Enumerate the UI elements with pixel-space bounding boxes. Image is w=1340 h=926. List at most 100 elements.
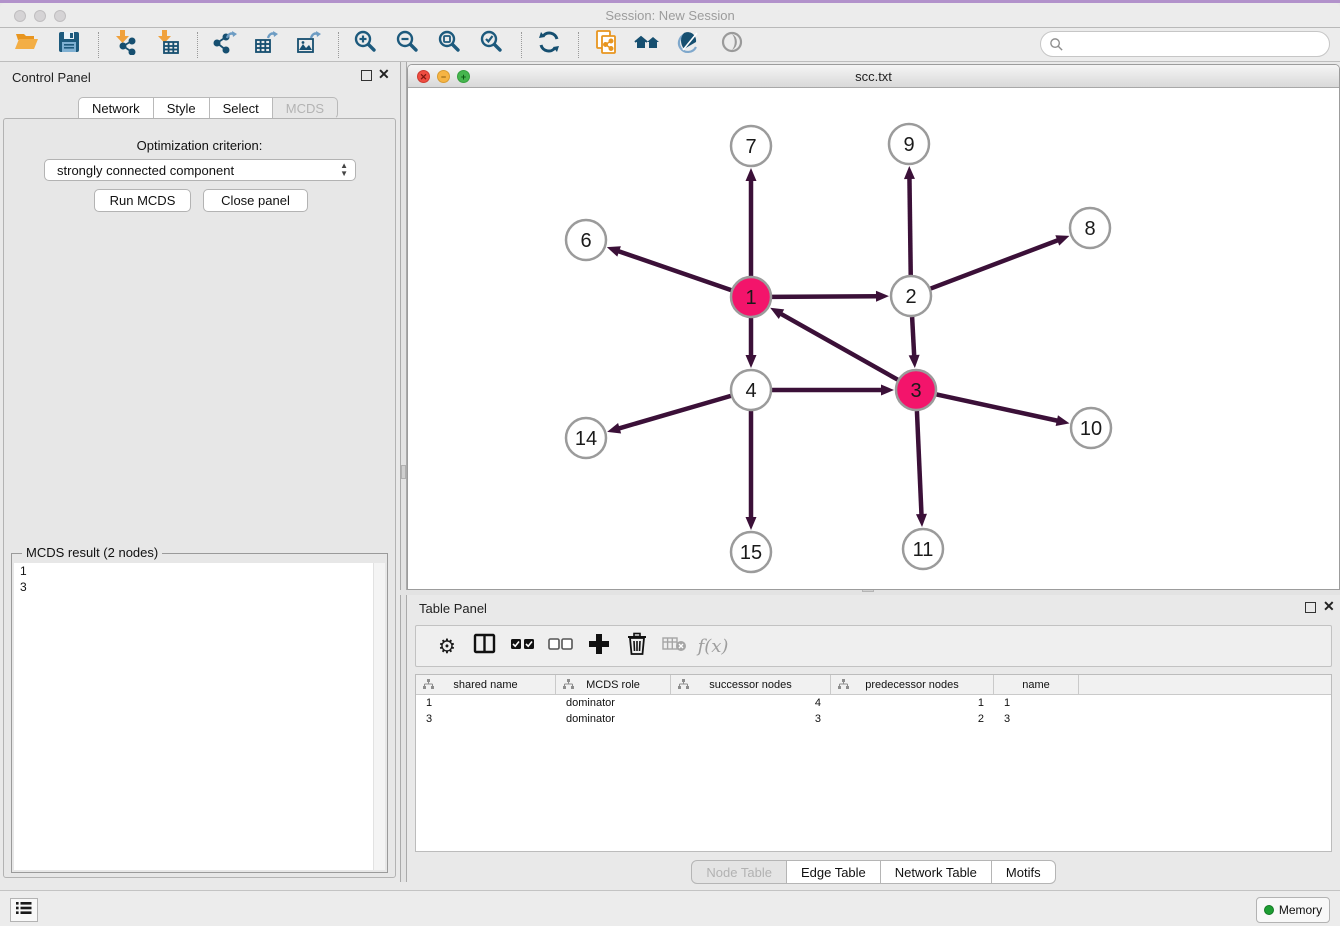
mcds-result-scrollbar[interactable] <box>373 563 385 870</box>
graph-edge-2-9[interactable] <box>904 166 915 275</box>
node-label: 6 <box>580 230 591 252</box>
column-header-successor-nodes[interactable]: successor nodes <box>671 675 831 694</box>
table-panel-close-button[interactable]: ✕ <box>1323 599 1335 613</box>
import-table-button[interactable] <box>153 31 183 59</box>
select-all-rows-button[interactable] <box>508 631 538 661</box>
zoom-selected-button[interactable] <box>477 31 507 59</box>
table-tab-edge-table[interactable]: Edge Table <box>787 860 881 884</box>
graph-edge-4-3[interactable] <box>772 385 894 396</box>
show-columns-button[interactable] <box>470 631 500 661</box>
graph-node-10[interactable]: 10 <box>1071 408 1111 448</box>
network-documents-icon <box>593 29 619 60</box>
control-panel-tab-select[interactable]: Select <box>210 97 273 119</box>
table-tab-motifs[interactable]: Motifs <box>992 860 1056 884</box>
network-graph[interactable]: 7 9 6 8 1 2 4 3 14 10 15 11 <box>408 88 1339 589</box>
duplicate-network-button[interactable] <box>591 31 621 59</box>
hide-graphics-icon <box>677 29 703 60</box>
table-cell: 3 <box>416 711 556 727</box>
optimization-criterion-dropdown[interactable]: strongly connected component ▲▼ <box>44 159 356 181</box>
table-tab-node-table[interactable]: Node Table <box>691 860 787 884</box>
graph-edge-1-2[interactable] <box>772 291 889 302</box>
column-header-shared-name[interactable]: shared name <box>416 675 556 694</box>
graph-node-15[interactable]: 15 <box>731 532 771 572</box>
splitter-grip[interactable] <box>401 465 406 479</box>
graph-node-2[interactable]: 2 <box>891 276 931 316</box>
zoom-fit-button[interactable] <box>435 31 465 59</box>
graph-node-6[interactable]: 6 <box>566 220 606 260</box>
graph-node-3[interactable]: 3 <box>896 370 936 410</box>
table-body: 1dominator4113dominator323 <box>416 695 1331 727</box>
control-panel-tab-style[interactable]: Style <box>154 97 210 119</box>
graph-node-11[interactable]: 11 <box>903 529 943 569</box>
zoom-in-button[interactable] <box>351 31 381 59</box>
graph-node-9[interactable]: 9 <box>889 124 929 164</box>
show-all-networks-button[interactable] <box>633 31 663 59</box>
table-tab-network-table[interactable]: Network Table <box>881 860 992 884</box>
mcds-result-line: 1 <box>14 563 385 579</box>
hierarchy-icon <box>838 679 849 690</box>
graph-node-1[interactable]: 1 <box>731 277 771 317</box>
graph-edge-1-4[interactable] <box>746 318 757 368</box>
table-row[interactable]: 1dominator411 <box>416 695 1331 711</box>
node-label: 15 <box>740 542 762 564</box>
task-history-button[interactable] <box>10 898 38 922</box>
import-network-button[interactable] <box>111 31 141 59</box>
mcds-result-title: MCDS result (2 nodes) <box>22 545 162 560</box>
graph-edge-3-11[interactable] <box>916 411 927 527</box>
graph-node-4[interactable]: 4 <box>731 370 771 410</box>
vertical-splitter[interactable] <box>400 62 407 882</box>
search-input[interactable] <box>1064 37 1329 52</box>
deselect-all-rows-button[interactable] <box>546 631 576 661</box>
control-panel-float-button[interactable] <box>361 70 372 81</box>
table-row[interactable]: 3dominator323 <box>416 711 1331 727</box>
mcds-result-list[interactable]: 13 <box>14 563 385 870</box>
save-session-button[interactable] <box>54 31 84 59</box>
graph-edge-4-14[interactable] <box>607 396 731 434</box>
export-image-button[interactable] <box>294 31 324 59</box>
graph-edge-2-3[interactable] <box>909 317 920 368</box>
open-session-button[interactable] <box>12 31 42 59</box>
memory-status-icon <box>1264 905 1274 915</box>
control-panel-tab-network[interactable]: Network <box>78 97 154 119</box>
graph-node-8[interactable]: 8 <box>1070 208 1110 248</box>
memory-button[interactable]: Memory <box>1256 897 1330 923</box>
delete-table-button[interactable] <box>660 631 690 661</box>
export-network-button[interactable] <box>210 31 240 59</box>
column-header-name[interactable]: name <box>994 675 1079 694</box>
table-cell: 2 <box>831 711 994 727</box>
graph-node-14[interactable]: 14 <box>566 418 606 458</box>
close-panel-button[interactable]: Close panel <box>203 189 308 212</box>
homes-icon <box>633 29 663 60</box>
toolbar-separator <box>578 32 579 58</box>
network-canvas[interactable]: 7 9 6 8 1 2 4 3 14 10 15 11 <box>408 88 1339 589</box>
table-options-button[interactable]: ⚙ <box>432 631 462 661</box>
run-mcds-button[interactable]: Run MCDS <box>94 189 191 212</box>
graph-edge-1-6[interactable] <box>607 246 731 290</box>
create-column-button[interactable] <box>584 631 614 661</box>
graph-edge-3-1[interactable] <box>770 308 898 380</box>
graph-edge-1-7[interactable] <box>746 168 757 276</box>
open-folder-icon <box>14 29 40 60</box>
graph-edge-2-8[interactable] <box>931 235 1070 288</box>
export-table-button[interactable] <box>252 31 282 59</box>
table-toolbar: ⚙ f(x) <box>415 625 1332 667</box>
delete-table-icon <box>662 634 688 659</box>
zoom-out-button[interactable] <box>393 31 423 59</box>
hide-graphics-details-button[interactable] <box>675 31 705 59</box>
refresh-icon <box>536 29 562 60</box>
node-table[interactable]: shared nameMCDS rolesuccessor nodesprede… <box>415 674 1332 852</box>
control-panel-tab-mcds[interactable]: MCDS <box>273 97 338 119</box>
search-box[interactable] <box>1040 31 1330 57</box>
graph-node-7[interactable]: 7 <box>731 126 771 166</box>
graph-edge-4-15[interactable] <box>746 411 757 530</box>
column-header-predecessor-nodes[interactable]: predecessor nodes <box>831 675 994 694</box>
network-window-titlebar[interactable]: ✕ − + scc.txt <box>408 65 1339 88</box>
control-panel-close-button[interactable]: ✕ <box>378 67 390 81</box>
graph-edge-3-10[interactable] <box>937 394 1070 425</box>
delete-column-button[interactable] <box>622 631 652 661</box>
apply-layout-button[interactable] <box>534 31 564 59</box>
show-hide-panel-button[interactable] <box>717 31 747 59</box>
column-header-MCDS-role[interactable]: MCDS role <box>556 675 671 694</box>
table-panel-float-button[interactable] <box>1305 602 1316 613</box>
function-builder-button[interactable]: f(x) <box>698 631 728 661</box>
